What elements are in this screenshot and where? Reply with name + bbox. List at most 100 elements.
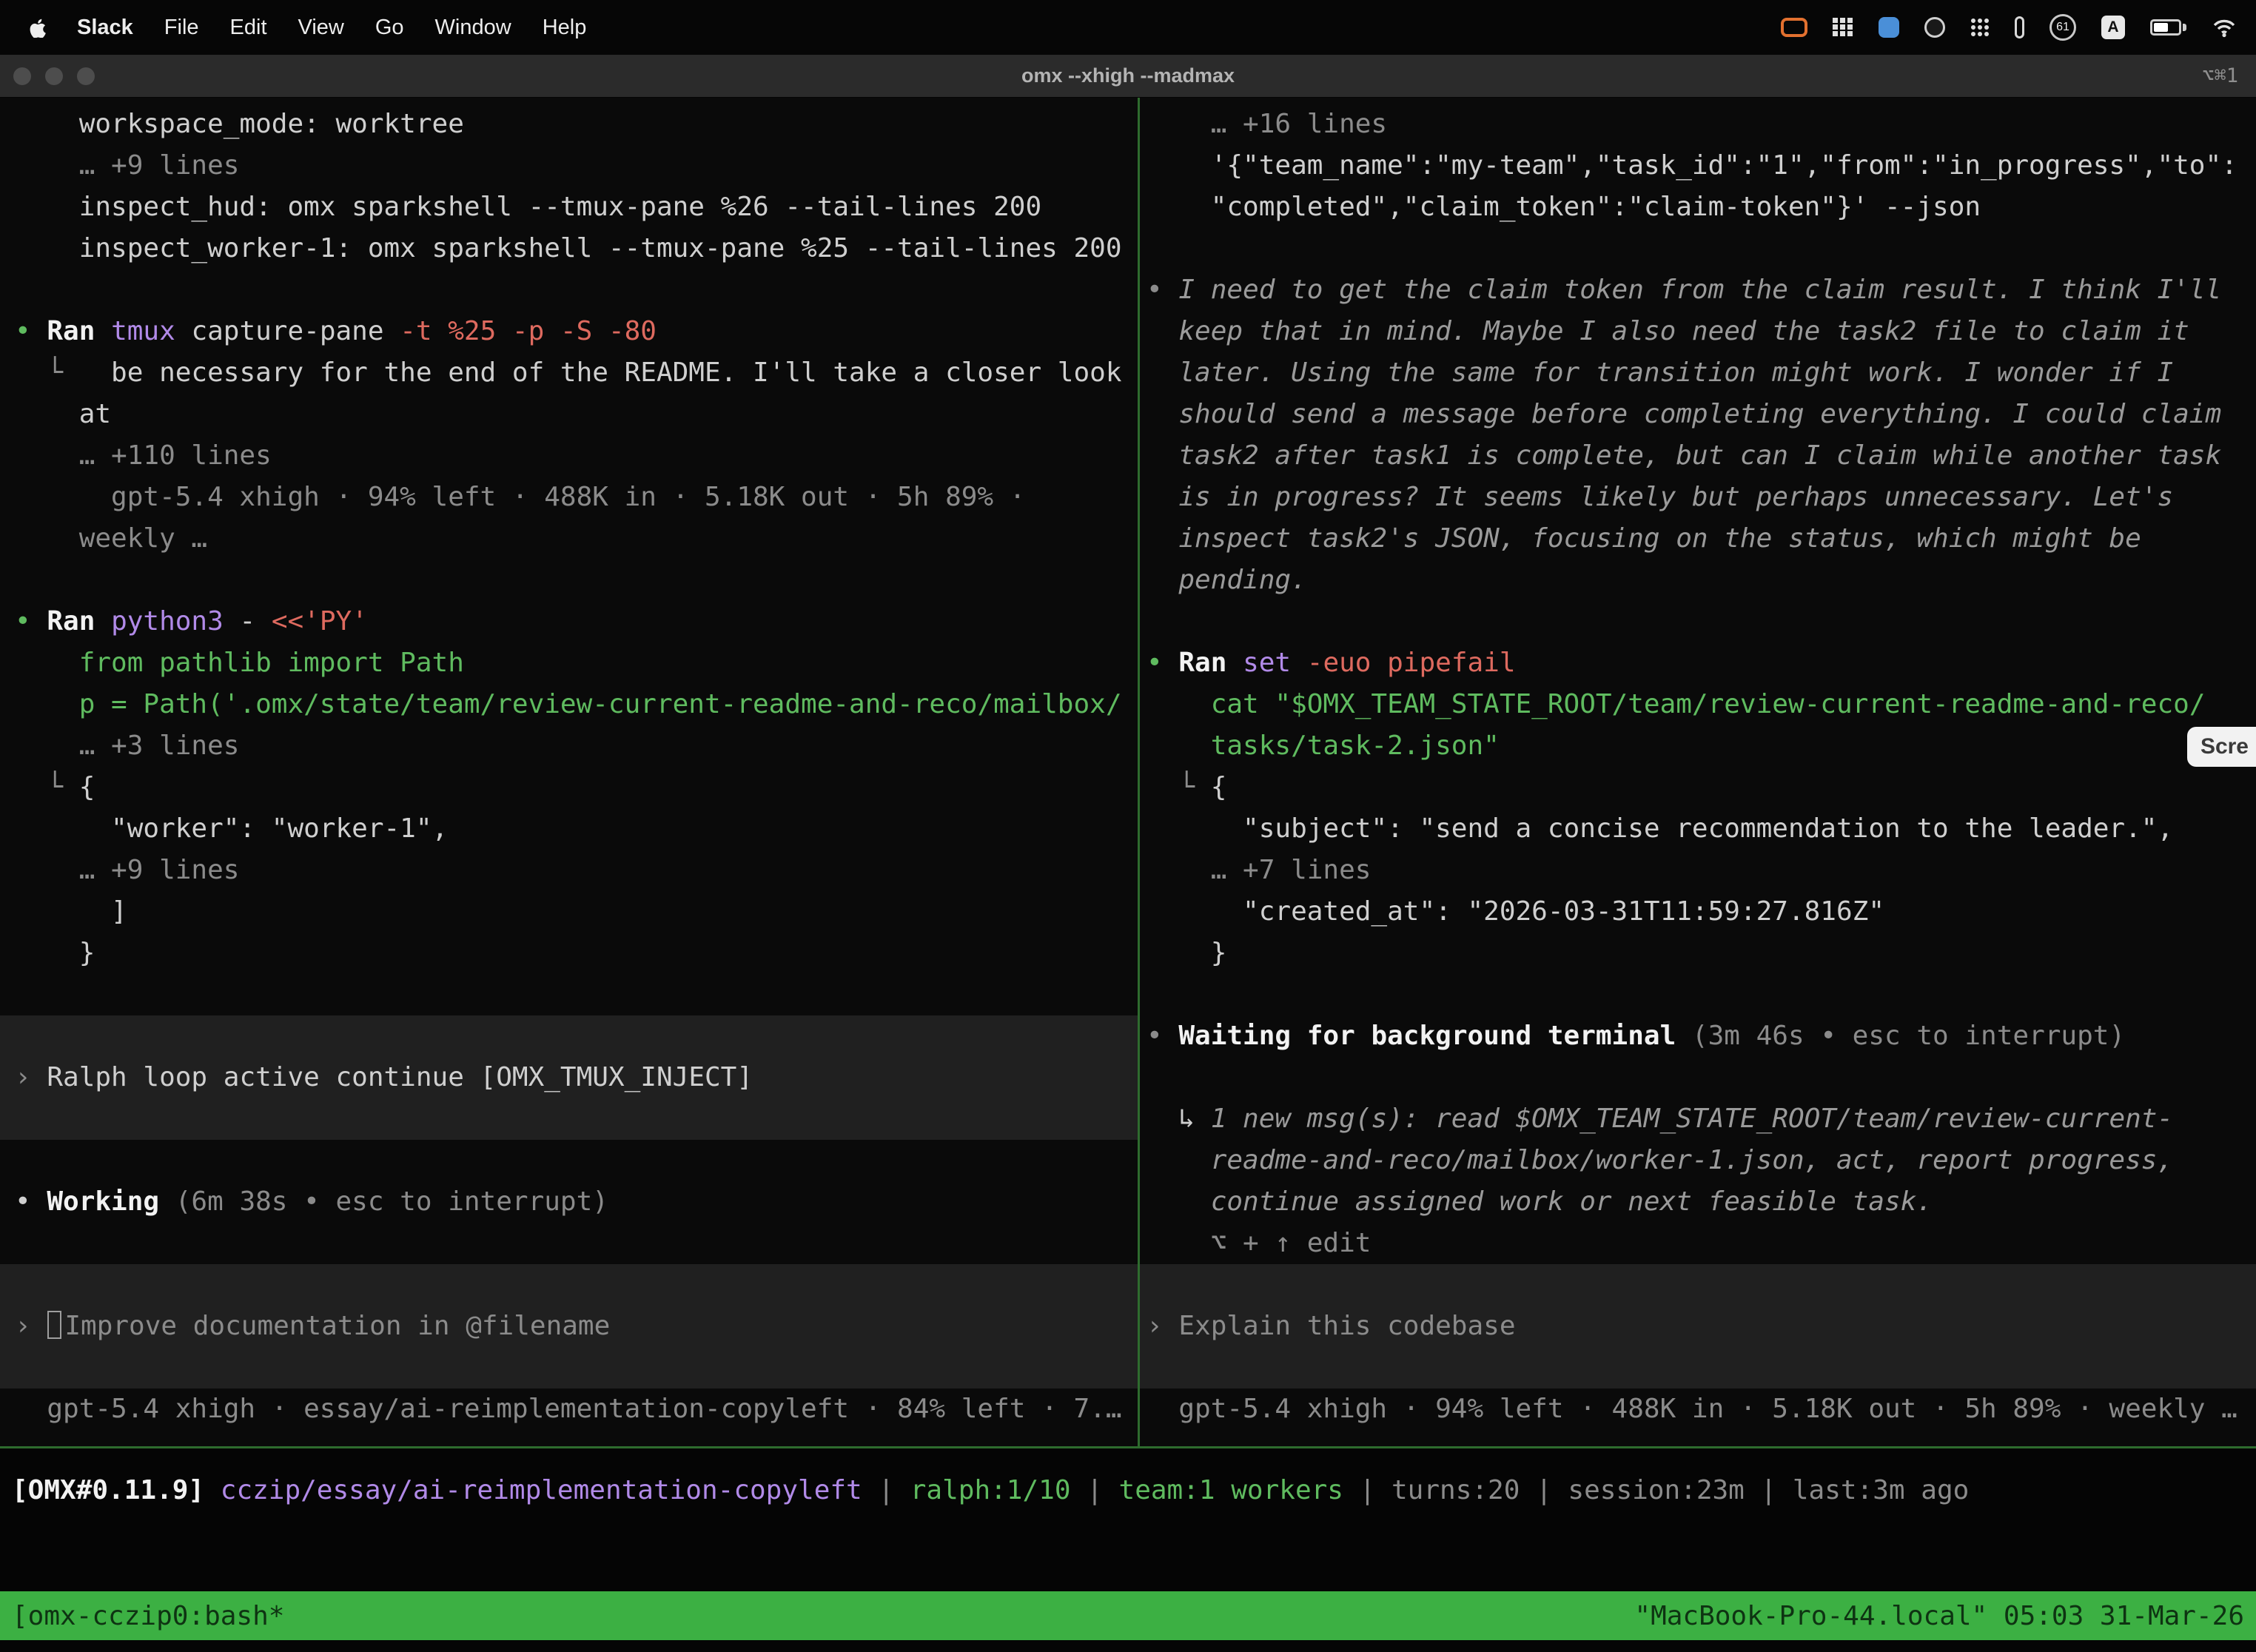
blue-app-icon[interactable]: [1879, 17, 1899, 38]
terminal-line: inspect task2's JSON, focusing on the st…: [1140, 518, 2256, 560]
menu-app-name[interactable]: Slack: [77, 16, 133, 40]
prompt-line[interactable]: › Improve documentation in @filename: [0, 1306, 1138, 1347]
dots-grid-icon[interactable]: [1970, 18, 1990, 37]
text-segment: -t %25 -p -S -80: [400, 316, 657, 346]
text-segment: "created_at": "2026-03-31T11:59:27.816Z": [1147, 896, 1884, 927]
terminal-line: is in progress? It seems likely but perh…: [1140, 477, 2256, 518]
text-segment: •: [15, 1186, 47, 1217]
terminal-line: "subject": "send a concise recommendatio…: [1140, 808, 2256, 850]
vertical-pill-icon[interactable]: [2015, 16, 2024, 38]
minimize-button[interactable]: [45, 67, 63, 85]
text-segment: -euo pipefail: [1307, 648, 1516, 678]
text-segment: later. Using the same for transition mig…: [1147, 357, 2173, 388]
text-segment: … +9 lines: [15, 150, 239, 181]
terminal-line: gpt-5.4 xhigh · 94% left · 488K in · 5.1…: [0, 477, 1138, 518]
terminal-line: • Ran set -euo pipefail: [1140, 642, 2256, 684]
text-segment: from pathlib import Path: [15, 648, 464, 678]
terminal-line: • Ran tmux capture-pane -t %25 -p -S -80: [0, 311, 1138, 352]
text-segment: continue assigned work or next feasible …: [1147, 1186, 1933, 1217]
text-segment: "worker": "worker-1",: [15, 813, 448, 844]
pane-divider-horizontal: [0, 1446, 2256, 1448]
terminal-line: … +9 lines: [0, 145, 1138, 187]
terminal-line: p = Path('.omx/state/team/review-current…: [0, 684, 1138, 725]
zoom-button[interactable]: [77, 67, 95, 85]
text-segment: python3: [111, 606, 239, 637]
text-segment: •: [1147, 1021, 1178, 1051]
terminal-line: }: [0, 933, 1138, 974]
text-segment: •: [15, 316, 47, 346]
text-segment: turns:20: [1391, 1475, 1520, 1505]
terminal-line: "worker": "worker-1",: [0, 808, 1138, 850]
text-segment: gpt-5.4 xhigh · essay/ai-reimplementatio…: [15, 1394, 1122, 1424]
text-segment: └: [15, 357, 111, 388]
terminal-line: … +9 lines: [0, 850, 1138, 891]
text-segment: … +110 lines: [15, 440, 272, 471]
terminal-line: └ be necessary for the end of the README…: [0, 352, 1138, 394]
text-segment: {: [79, 772, 95, 802]
menu-file[interactable]: File: [164, 16, 199, 40]
text-segment: (3m 46s • esc to interrupt): [1692, 1021, 2125, 1051]
terminal-line: "completed","claim_token":"claim-token"}…: [1140, 187, 2256, 228]
menu-window[interactable]: Window: [435, 16, 511, 40]
terminal-line: [0, 1223, 1138, 1264]
terminal-line: cat "$OMX_TEAM_STATE_ROOT/team/review-cu…: [1140, 684, 2256, 725]
text-segment: }: [1147, 938, 1226, 968]
screen: Slack File Edit View Go Window Help 61 A: [0, 0, 2256, 1652]
close-button[interactable]: [13, 67, 31, 85]
prompt-line[interactable]: › Explain this codebase: [1140, 1306, 2256, 1347]
left-pane[interactable]: workspace_mode: worktree … +9 lines insp…: [0, 98, 1138, 1446]
terminal-line: workspace_mode: worktree: [0, 104, 1138, 145]
recording-indicator-icon[interactable]: [1781, 18, 1807, 37]
traffic-lights: [0, 67, 95, 85]
text-segment: … +9 lines: [15, 855, 239, 885]
terminal-line: gpt-5.4 xhigh · 94% left · 488K in · 5.1…: [1140, 1389, 2256, 1430]
text-segment: ›: [15, 1062, 47, 1092]
right-pane[interactable]: … +16 lines '{"team_name":"my-team","tas…: [1140, 98, 2256, 1446]
menu-bar-left: Slack File Edit View Go Window Help: [30, 16, 586, 40]
terminal-line: readme-and-reco/mailbox/worker-1.json, a…: [1140, 1140, 2256, 1181]
screen-share-tooltip: Scre: [2187, 727, 2256, 767]
terminal-line: gpt-5.4 xhigh · essay/ai-reimplementatio…: [0, 1389, 1138, 1430]
window-grid-icon[interactable]: [1833, 18, 1853, 37]
apple-menu-icon[interactable]: [30, 18, 46, 38]
text-segment: |: [1343, 1475, 1391, 1505]
text-segment: … +16 lines: [1147, 109, 1387, 139]
text-segment: should send a message before completing …: [1147, 399, 2221, 429]
terminal-line: [1140, 601, 2256, 642]
terminal-line: "created_at": "2026-03-31T11:59:27.816Z": [1140, 891, 2256, 933]
text-segment: •: [1147, 648, 1178, 678]
text-segment: p = Path('.omx/state/team/review-current…: [15, 689, 1122, 719]
battery-circle-icon[interactable]: 61: [2049, 14, 2076, 41]
terminal-line: '{"team_name":"my-team","task_id":"1","f…: [1140, 145, 2256, 187]
input-source-icon[interactable]: A: [2101, 16, 2125, 39]
terminal-line: task2 after task1 is complete, but can I…: [1140, 435, 2256, 477]
text-segment: weekly …: [15, 523, 207, 554]
text-segment: "subject": "send a concise recommendatio…: [1147, 813, 2173, 844]
text-segment: |: [1745, 1475, 1793, 1505]
terminal-line: … +3 lines: [0, 725, 1138, 767]
text-segment: Waiting for background terminal: [1178, 1021, 1692, 1051]
text-segment: gpt-5.4 xhigh · 94% left · 488K in · 5.1…: [1147, 1394, 2237, 1424]
text-segment: |: [862, 1475, 910, 1505]
menu-edit[interactable]: Edit: [230, 16, 267, 40]
text-segment: readme-and-reco/mailbox/worker-1.json, a…: [1147, 1145, 2173, 1175]
text-segment: └: [15, 772, 79, 802]
terminal-line: • Working (6m 38s • esc to interrupt): [0, 1181, 1138, 1223]
prompt-line[interactable]: › Ralph loop active continue [OMX_TMUX_I…: [0, 1057, 1138, 1098]
terminal-line: [1140, 974, 2256, 1015]
wifi-icon[interactable]: [2212, 18, 2237, 38]
text-segment: Ran: [47, 606, 111, 637]
menu-view[interactable]: View: [298, 16, 344, 40]
terminal-line: └ {: [1140, 767, 2256, 808]
tmux-session-window: [omx-cczip0:bash*: [12, 1601, 284, 1631]
text-segment: ⌥ + ↑ edit: [1147, 1228, 1371, 1258]
terminal-line: ↳ 1 new msg(s): read $OMX_TEAM_STATE_ROO…: [1140, 1098, 2256, 1140]
text-segment: •: [1147, 275, 1178, 305]
text-segment: (6m 38s • esc to interrupt): [175, 1186, 608, 1217]
dark-circle-app-icon[interactable]: [1924, 17, 1945, 38]
menu-go[interactable]: Go: [375, 16, 404, 40]
text-segment: capture-pane: [191, 316, 400, 346]
menu-help[interactable]: Help: [543, 16, 587, 40]
battery-icon[interactable]: [2150, 19, 2186, 36]
text-segment: ralph:1/10: [910, 1475, 1071, 1505]
